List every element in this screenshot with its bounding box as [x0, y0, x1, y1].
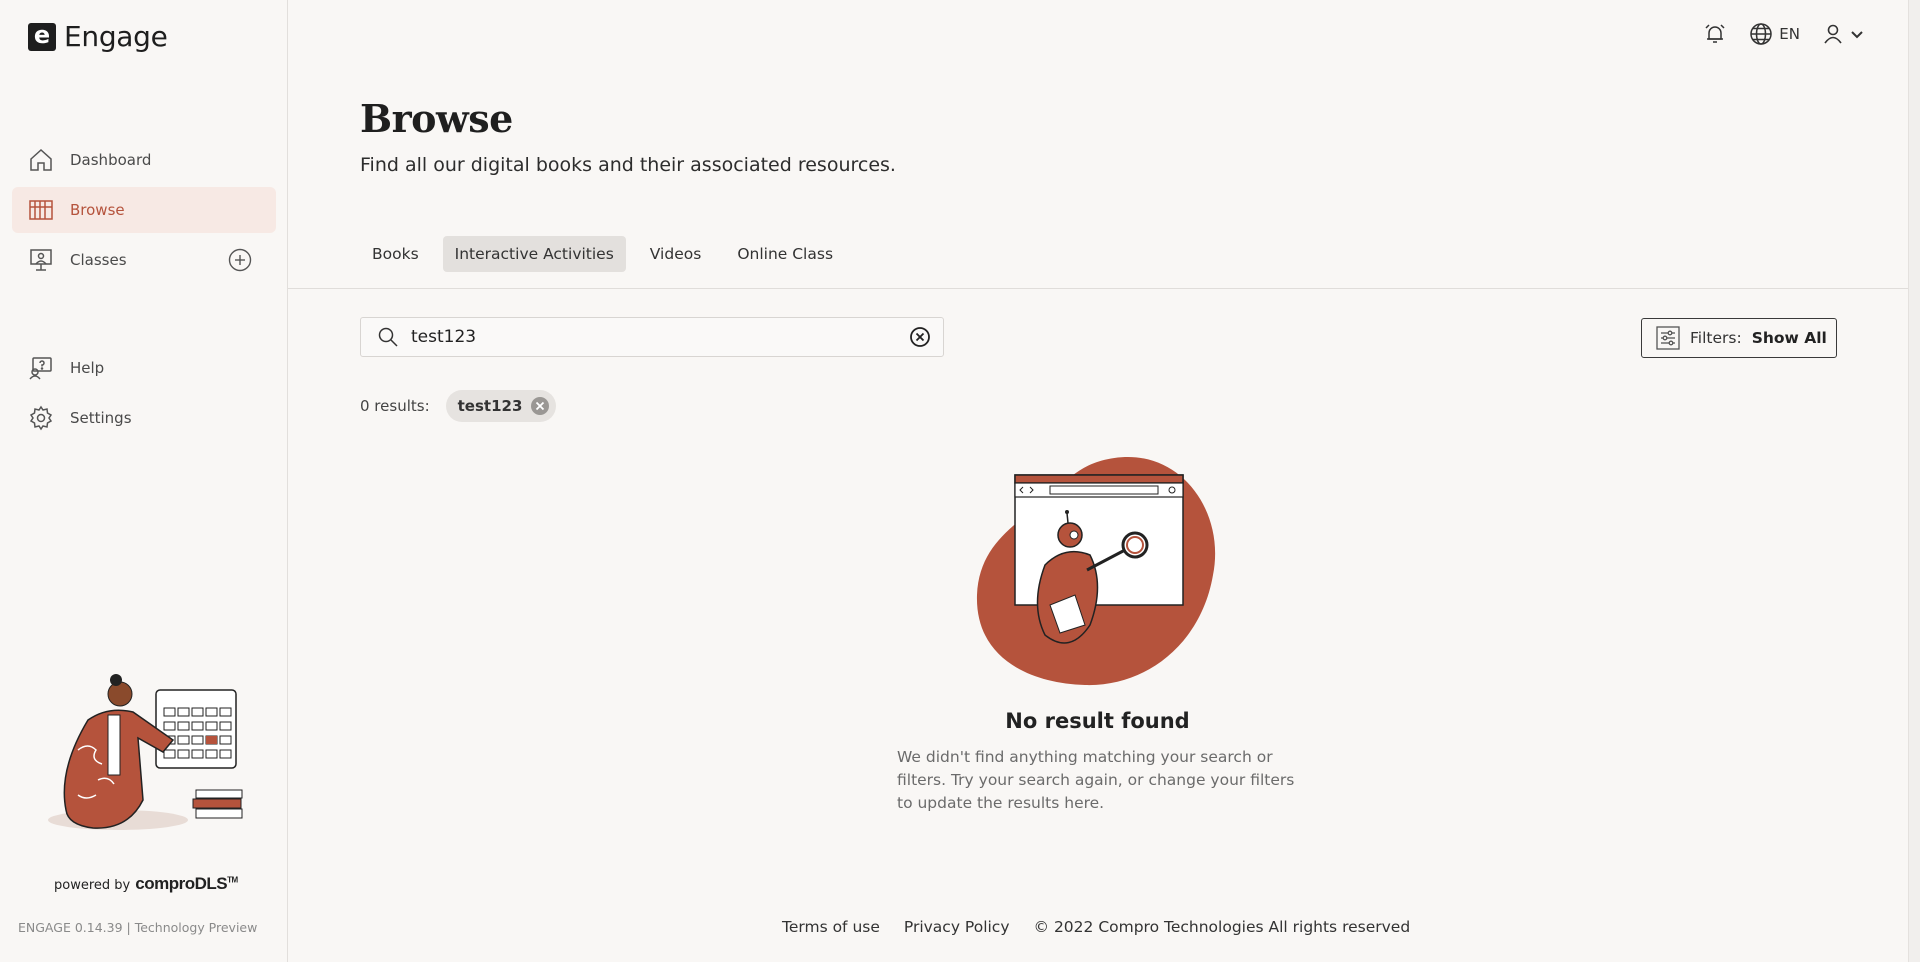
trademark: TM	[227, 875, 238, 885]
secondary-nav: Help Settings	[12, 345, 276, 445]
results-count: 0 results:	[360, 397, 430, 415]
version-text: ENGAGE 0.14.39 | Technology Preview	[18, 920, 258, 935]
copyright-text: © 2022 Compro Technologies All rights re…	[1033, 918, 1411, 936]
user-icon	[1824, 24, 1842, 44]
remove-chip-icon[interactable]	[530, 396, 550, 416]
add-class-button[interactable]	[228, 248, 252, 272]
language-selector[interactable]: EN	[1749, 22, 1800, 46]
primary-nav: Dashboard Browse Classes	[12, 137, 276, 287]
search-box	[360, 317, 944, 357]
search-icon	[378, 327, 398, 347]
app-logo[interactable]: e Engage	[28, 20, 168, 53]
sidebar-item-dashboard[interactable]: Dashboard	[12, 137, 276, 183]
empty-state-text: We didn't find anything matching your se…	[897, 748, 1295, 812]
chip-label: test123	[457, 397, 523, 415]
no-results-illustration	[976, 456, 1216, 686]
sidebar-item-settings[interactable]: Settings	[12, 395, 276, 441]
filter-sliders-icon	[1656, 326, 1680, 350]
filters-button[interactable]: Filters: Show All	[1641, 318, 1837, 358]
tab-books[interactable]: Books	[360, 236, 431, 272]
tab-videos[interactable]: Videos	[638, 236, 714, 272]
sidebar-illustration	[48, 674, 243, 830]
results-summary: 0 results: test123	[360, 390, 557, 422]
sidebar-item-label: Help	[70, 359, 105, 377]
filters-value: Show All	[1751, 329, 1827, 347]
sidebar-item-classes[interactable]: Classes	[12, 237, 276, 283]
sidebar-item-label: Settings	[70, 409, 132, 427]
terms-link[interactable]: Terms of use	[782, 918, 880, 936]
footer: Terms of use Privacy Policy © 2022 Compr…	[782, 918, 1410, 936]
page-subtitle: Find all our digital books and their ass…	[360, 154, 896, 176]
page-scrollbar[interactable]	[1908, 0, 1920, 962]
sidebar-item-browse[interactable]: Browse	[12, 187, 276, 233]
header-actions: EN	[1703, 22, 1864, 46]
page-title: Browse	[360, 96, 513, 141]
alarm-icon	[1705, 24, 1725, 43]
classroom-icon	[28, 247, 54, 273]
sidebar-item-label: Classes	[70, 251, 127, 269]
help-icon	[28, 355, 54, 381]
sidebar-item-label: Browse	[70, 201, 125, 219]
sidebar-item-label: Dashboard	[70, 151, 152, 169]
sidebar-item-help[interactable]: Help	[12, 345, 276, 391]
tab-online-class[interactable]: Online Class	[725, 236, 845, 272]
gear-icon	[28, 405, 54, 431]
home-icon	[28, 147, 54, 173]
powered-by-label: powered by	[54, 878, 131, 893]
app-name: Engage	[64, 20, 168, 53]
privacy-link[interactable]: Privacy Policy	[904, 918, 1010, 936]
filters-label: Filters:	[1690, 329, 1742, 347]
globe-icon	[1750, 23, 1773, 45]
tab-interactive-activities[interactable]: Interactive Activities	[442, 236, 626, 272]
language-code: EN	[1779, 25, 1800, 43]
clear-search-icon[interactable]	[909, 326, 931, 348]
search-input[interactable]	[399, 327, 909, 347]
notifications-button[interactable]	[1703, 22, 1727, 46]
powered-by: powered by comproDLSTM	[54, 874, 238, 894]
content-tabs: Books Interactive Activities Videos Onli…	[360, 236, 845, 272]
books-icon	[28, 197, 54, 223]
chevron-down-icon	[1851, 31, 1863, 39]
empty-state-title: No result found	[1005, 709, 1190, 733]
search-term-chip: test123	[445, 390, 557, 422]
sidebar: e Engage Dashboard Browse Classes Help S…	[0, 0, 288, 962]
tabs-divider	[288, 288, 1908, 289]
compro-brand: comproDLSTM	[135, 874, 238, 893]
user-menu[interactable]	[1822, 23, 1864, 45]
logo-mark: e	[28, 22, 56, 51]
